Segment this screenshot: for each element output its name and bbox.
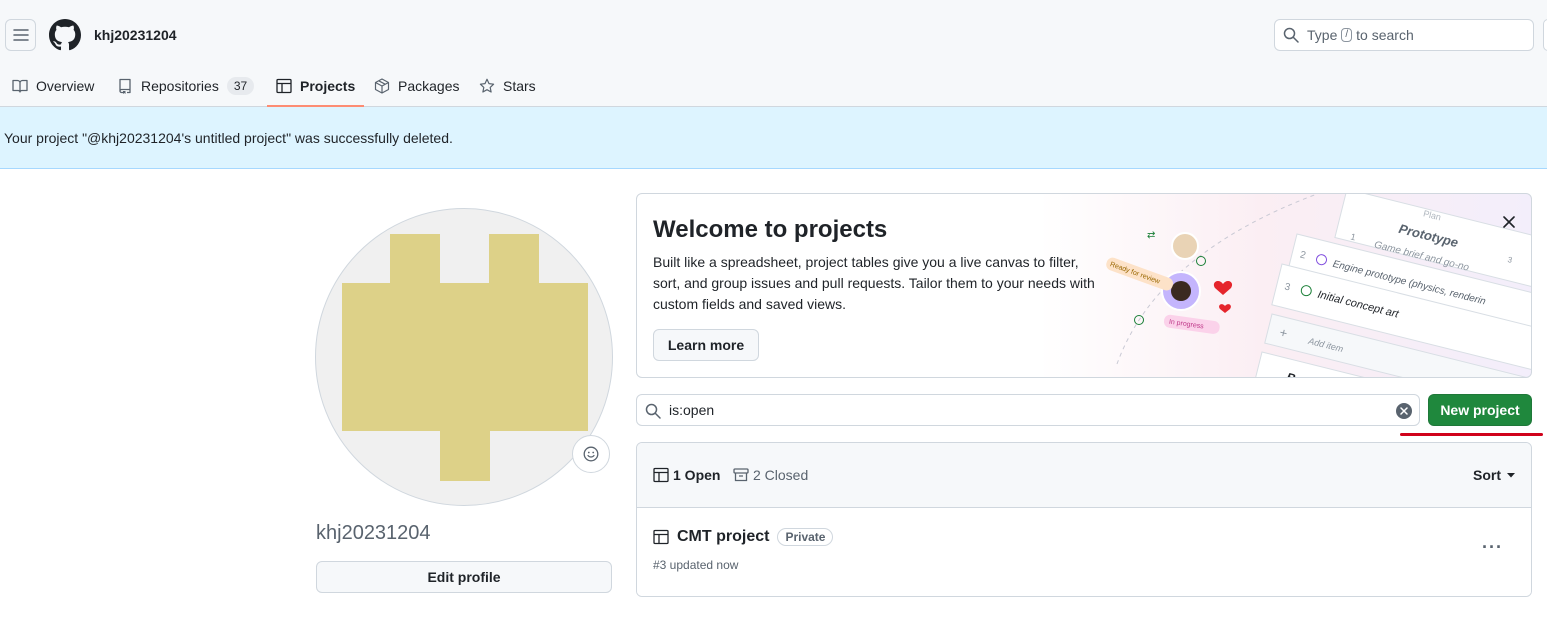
annotation-underline	[1400, 433, 1543, 436]
learn-more-button[interactable]: Learn more	[653, 329, 759, 361]
tab-overview[interactable]: Overview	[12, 66, 94, 106]
open-count-label: 1 Open	[673, 467, 721, 483]
flash-message: Your project "@khj20231204's untitled pr…	[0, 107, 1547, 169]
tab-packages-label: Packages	[398, 78, 460, 94]
tab-stars[interactable]: Stars	[479, 66, 536, 106]
repo-icon	[119, 78, 131, 94]
profile-tabs: Overview Repositories 37 Projects Packag…	[0, 66, 1547, 107]
table-icon	[653, 467, 669, 483]
menu-button[interactable]	[5, 19, 36, 51]
header-top: khj20231204 Type / to search	[0, 0, 1547, 66]
hamburger-icon	[12, 29, 29, 41]
search-suffix: to search	[1356, 27, 1414, 43]
search-shortcut-key: /	[1341, 28, 1353, 42]
open-projects-filter[interactable]: 1 Open	[653, 467, 720, 483]
package-icon	[374, 78, 390, 94]
edit-profile-button[interactable]: Edit profile	[316, 561, 612, 593]
project-options-button[interactable]: ···	[1482, 538, 1503, 556]
project-list-header: 1 Open 2 Closed Sort	[637, 443, 1531, 508]
tab-repositories[interactable]: Repositories 37	[117, 66, 255, 106]
table-icon	[276, 78, 292, 94]
github-logo-icon[interactable]	[49, 19, 81, 51]
project-name-link[interactable]: CMT project	[677, 528, 769, 546]
sort-dropdown[interactable]: Sort	[1473, 467, 1515, 483]
closed-projects-filter[interactable]: 2 Closed	[733, 467, 808, 483]
filter-query: is:open	[669, 402, 715, 418]
search-icon	[1283, 27, 1299, 43]
tab-packages[interactable]: Packages	[374, 66, 459, 106]
header: khj20231204 Type / to search Overview Re…	[0, 0, 1547, 107]
new-project-button[interactable]: New project	[1428, 394, 1532, 426]
projects-illustration: Plan Prototype Game brief and go-no 1 3 …	[1106, 194, 1531, 377]
clear-filter-button[interactable]	[1396, 403, 1412, 419]
closed-count-label: 2 Closed	[753, 467, 809, 483]
project-list: 1 Open 2 Closed Sort CMT project Private…	[636, 442, 1532, 597]
table-icon	[653, 529, 669, 545]
tab-stars-label: Stars	[503, 78, 536, 94]
svg-text:⇄: ⇄	[1147, 230, 1155, 241]
search-prefix: Type	[1307, 27, 1338, 43]
archive-icon	[733, 468, 749, 482]
identicon-image	[342, 234, 588, 481]
smiley-icon	[583, 446, 599, 462]
dismiss-welcome-button[interactable]	[1499, 212, 1519, 232]
welcome-card: Welcome to projects Built like a spreads…	[636, 193, 1532, 378]
tab-projects-label: Projects	[300, 78, 356, 94]
close-icon	[1503, 216, 1515, 228]
search-input[interactable]: Type / to search	[1274, 19, 1534, 51]
header-action-button[interactable]	[1543, 19, 1547, 51]
star-icon	[479, 78, 495, 93]
sort-label: Sort	[1473, 467, 1501, 483]
x-icon	[1400, 407, 1408, 415]
set-status-button[interactable]	[572, 435, 610, 473]
kebab-horizontal-icon: ···	[1482, 537, 1503, 557]
project-title: CMT project Private	[653, 528, 834, 546]
tab-repositories-label: Repositories	[141, 78, 219, 94]
tab-overview-label: Overview	[36, 78, 95, 94]
caret-down-icon	[1507, 473, 1515, 478]
header-username[interactable]: khj20231204	[94, 27, 177, 43]
flash-text: Your project "@khj20231204's untitled pr…	[4, 129, 453, 146]
repositories-count: 37	[226, 77, 255, 95]
project-filter-input[interactable]: is:open	[636, 394, 1420, 426]
profile-username: khj20231204	[316, 522, 431, 544]
project-row[interactable]: CMT project Private #3 updated now ···	[637, 508, 1531, 596]
avatar[interactable]	[315, 208, 613, 506]
book-icon	[12, 79, 28, 93]
welcome-description: Built like a spreadsheet, project tables…	[653, 254, 1095, 312]
project-subtitle: #3 updated now	[653, 558, 739, 572]
search-icon	[645, 403, 661, 419]
welcome-title: Welcome to projects	[653, 216, 888, 243]
tab-projects[interactable]: Projects	[266, 66, 365, 107]
visibility-badge: Private	[777, 528, 834, 546]
